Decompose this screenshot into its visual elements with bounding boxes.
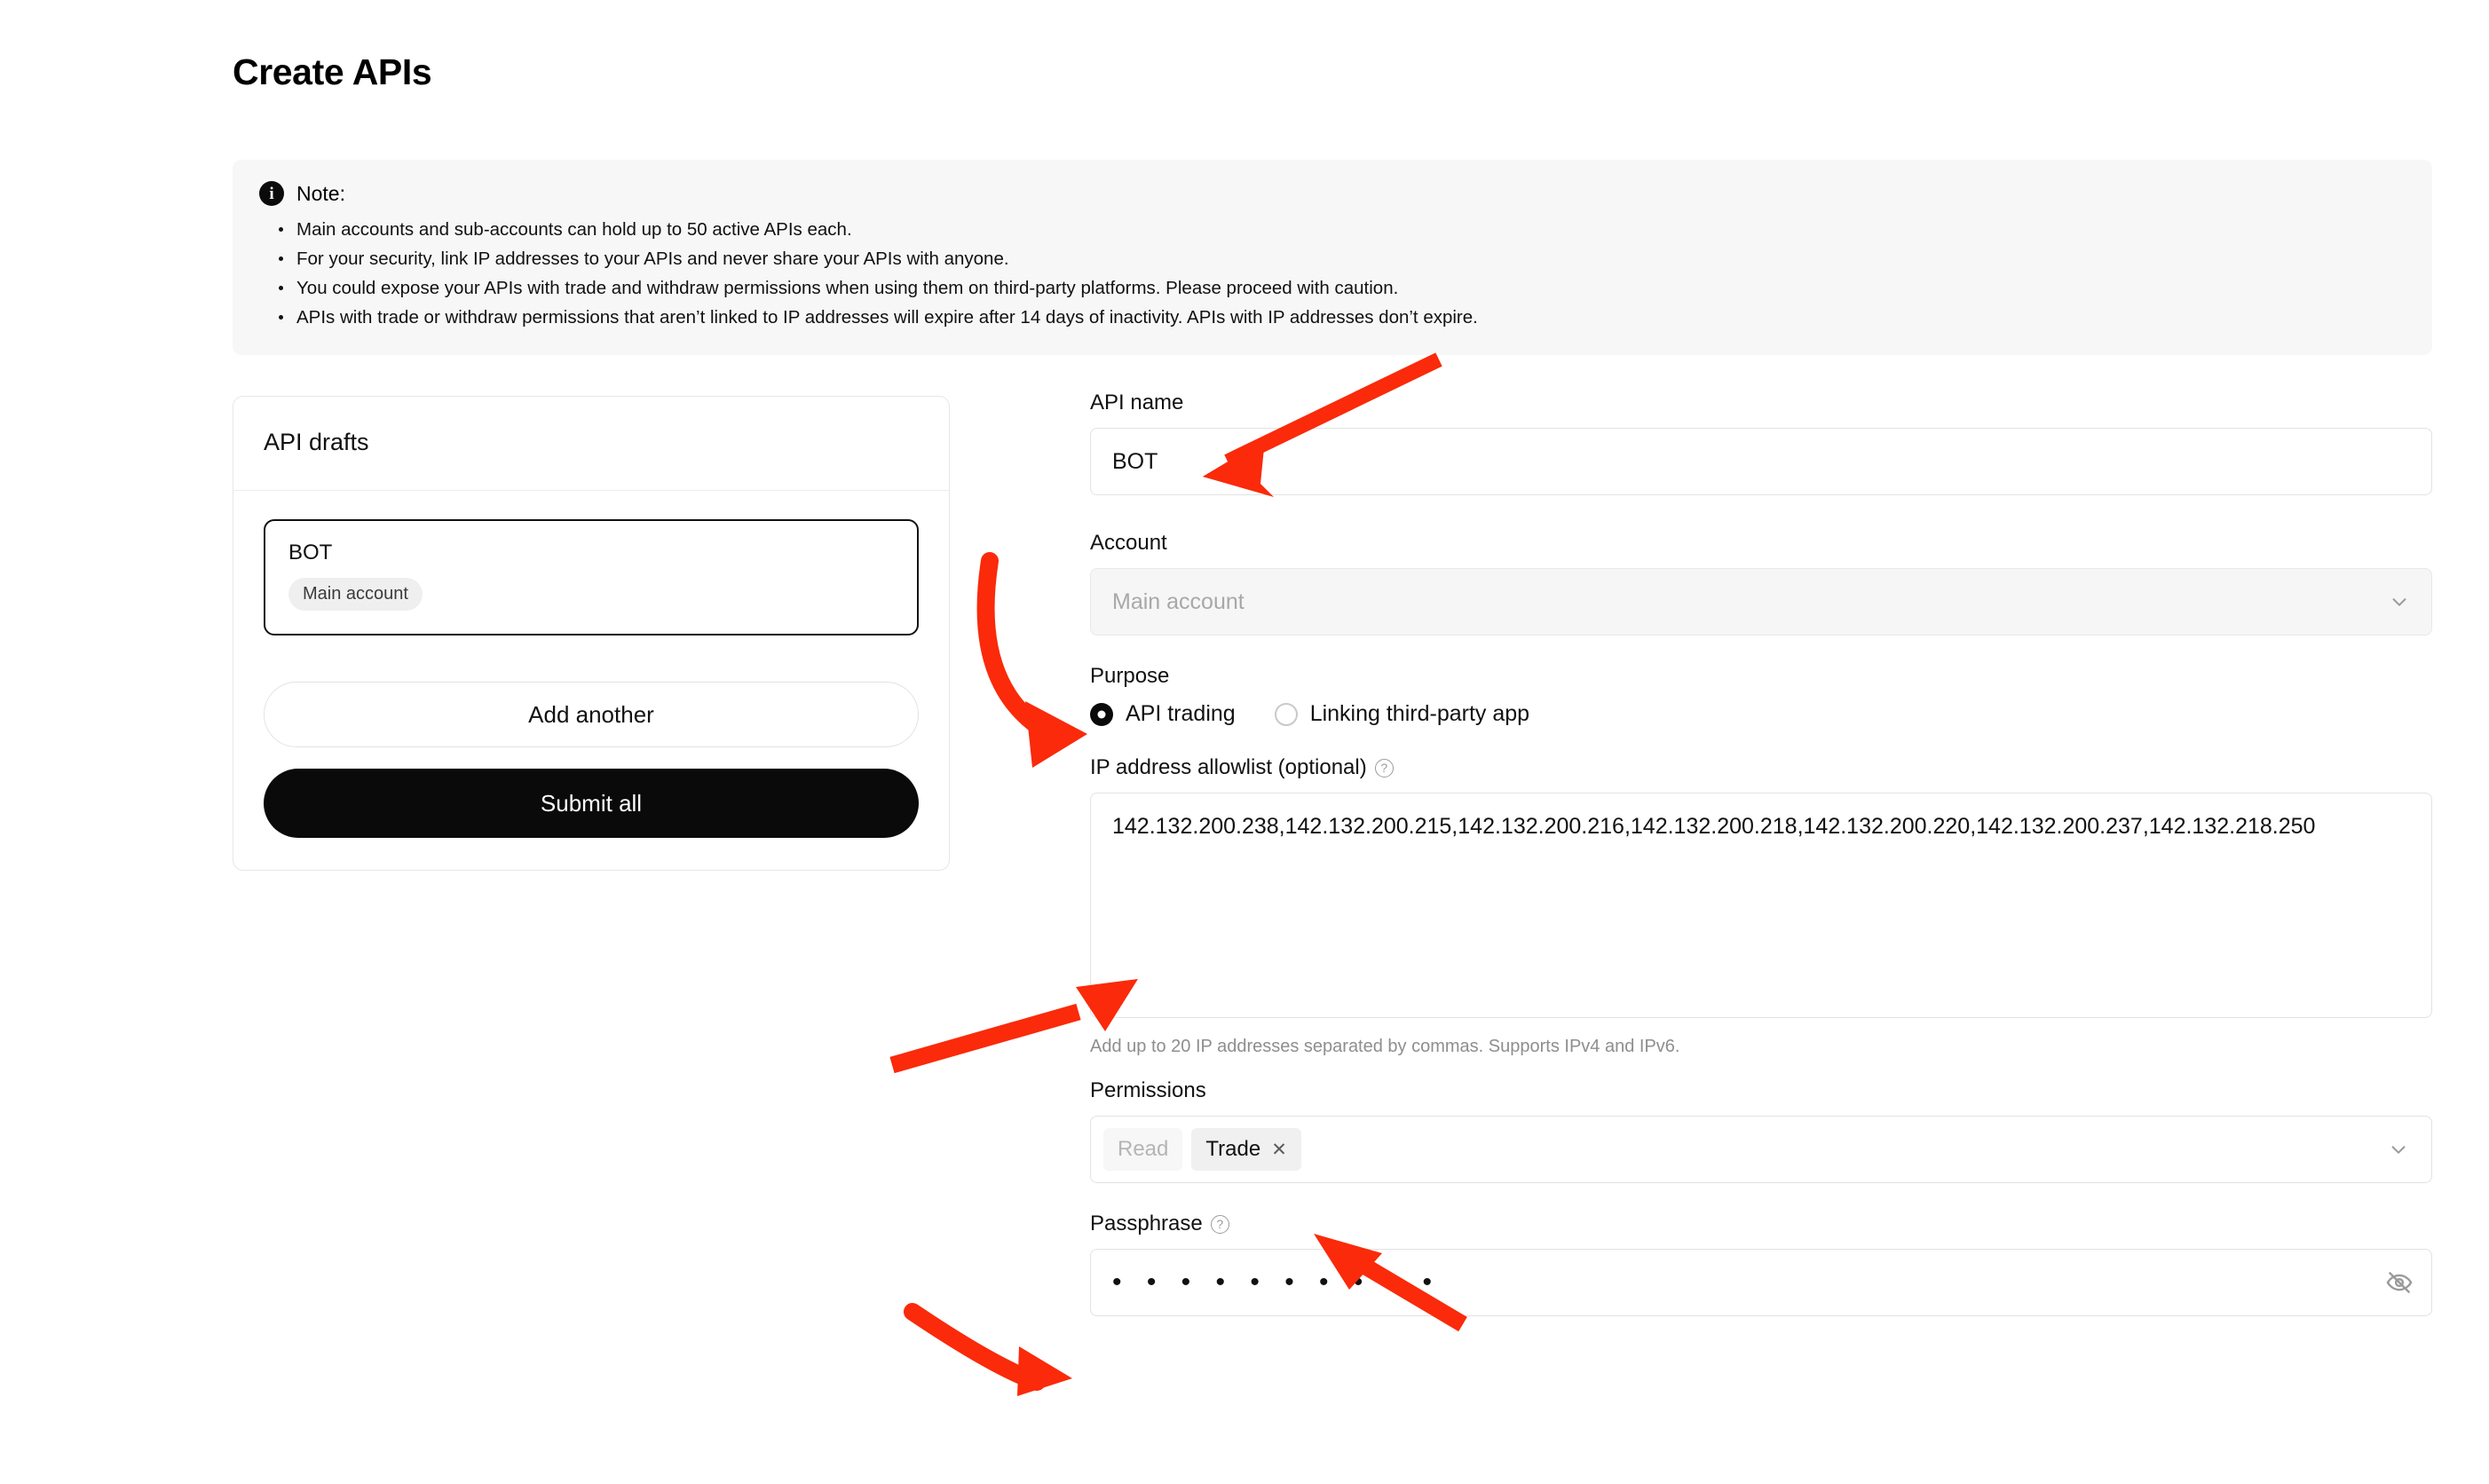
purpose-label: Purpose: [1090, 664, 2432, 689]
purpose-option-api-trading[interactable]: API trading: [1090, 701, 1236, 727]
api-name-label-text: API name: [1090, 391, 1184, 414]
note-item: For your security, link IP addresses to …: [279, 244, 2406, 273]
ip-allowlist-label-text: IP address allowlist (optional): [1090, 755, 1367, 779]
note-panel: i Note: Main accounts and sub-accounts c…: [233, 160, 2432, 355]
note-item: You could expose your APIs with trade an…: [279, 273, 2406, 303]
api-drafts-card: API drafts BOT Main account Add another …: [233, 396, 950, 871]
help-circle-icon[interactable]: ?: [1210, 1214, 1229, 1234]
chevron-down-icon: [2389, 1140, 2408, 1159]
help-circle-icon[interactable]: ?: [1374, 758, 1394, 778]
permission-chip-trade[interactable]: Trade ✕: [1191, 1128, 1301, 1171]
ip-allowlist-label: IP address allowlist (optional) ?: [1090, 755, 2432, 780]
draft-item-account-badge: Main account: [288, 578, 423, 611]
purpose-option-label: API trading: [1126, 701, 1236, 726]
note-item: APIs with trade or withdraw permissions …: [279, 303, 2406, 332]
add-another-button[interactable]: Add another: [264, 682, 919, 747]
permission-chip-read-label: Read: [1118, 1137, 1169, 1161]
permissions-select[interactable]: Read Trade ✕: [1090, 1116, 2432, 1183]
ip-allowlist-textarea[interactable]: [1090, 793, 2432, 1018]
permission-chip-read: Read: [1103, 1128, 1183, 1171]
close-icon[interactable]: ✕: [1271, 1141, 1287, 1159]
arrow-to-purpose: [976, 552, 1087, 768]
purpose-option-label: Linking third-party app: [1309, 701, 1530, 726]
radio-selected-icon[interactable]: [1090, 702, 1113, 726]
permissions-label: Permissions: [1090, 1078, 2432, 1103]
note-list: Main accounts and sub-accounts can hold …: [259, 215, 2406, 332]
page-title: Create APIs: [233, 51, 432, 92]
note-title: Note:: [296, 181, 345, 205]
account-label: Account: [1090, 531, 2432, 556]
draft-item-bot[interactable]: BOT Main account: [264, 519, 919, 635]
note-item: Main accounts and sub-accounts can hold …: [279, 215, 2406, 244]
permission-chip-trade-label: Trade: [1205, 1137, 1261, 1161]
create-apis-page: Create APIs i Note: Main accounts and su…: [0, 0, 2489, 1484]
radio-unselected-icon[interactable]: [1274, 702, 1298, 726]
arrow-to-passphrase: [904, 1303, 1072, 1396]
purpose-label-text: Purpose: [1090, 664, 1170, 688]
note-header: i Note:: [259, 181, 2406, 206]
permissions-label-text: Permissions: [1090, 1078, 1206, 1102]
info-icon: i: [259, 181, 284, 206]
eye-off-icon[interactable]: [2386, 1269, 2413, 1296]
ip-allowlist-helper-text: Add up to 20 IP addresses separated by c…: [1090, 1037, 1680, 1056]
api-name-input[interactable]: [1090, 428, 2432, 495]
passphrase-field: • • • • • • • • • •: [1090, 1249, 2432, 1316]
create-api-form: API name Account Purpose API trading: [1090, 391, 2432, 1316]
api-drafts-header: API drafts: [233, 397, 949, 491]
account-label-text: Account: [1090, 531, 1167, 555]
account-select-value[interactable]: [1090, 568, 2432, 635]
purpose-radio-group: API trading Linking third-party app: [1090, 701, 2432, 727]
purpose-option-linking-third-party-app[interactable]: Linking third-party app: [1274, 701, 1530, 727]
api-drafts-body: BOT Main account Add another Submit all: [233, 491, 949, 870]
draft-item-name: BOT: [288, 541, 333, 564]
api-name-label: API name: [1090, 391, 2432, 415]
api-drafts-title: API drafts: [264, 429, 369, 455]
account-select[interactable]: [1090, 568, 2432, 635]
passphrase-label-text: Passphrase: [1090, 1212, 1203, 1235]
passphrase-input[interactable]: • • • • • • • • • •: [1090, 1249, 2432, 1316]
submit-all-button[interactable]: Submit all: [264, 769, 919, 838]
passphrase-label: Passphrase ?: [1090, 1212, 2432, 1236]
